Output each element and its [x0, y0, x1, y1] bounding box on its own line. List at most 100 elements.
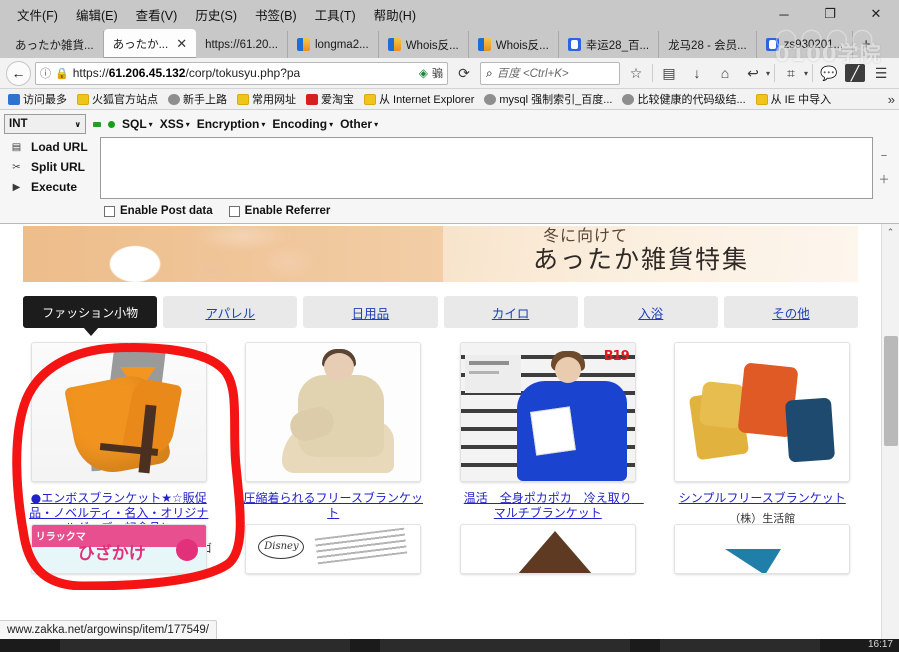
product-card[interactable]: リラックマ ひざかけ — [23, 524, 215, 574]
status-dot-icon — [108, 120, 115, 128]
library-icon[interactable]: ▤ — [657, 61, 681, 85]
browser-tab[interactable]: 幸运28_百... — [559, 31, 660, 58]
product-thumbnail[interactable]: Disney — [245, 524, 422, 574]
product-title-link[interactable]: 圧縮着られるフリースブランケット — [238, 491, 430, 521]
zoom-out-icon[interactable]: − — [881, 150, 887, 162]
product-thumbnail[interactable] — [459, 524, 636, 574]
product-card[interactable] — [667, 524, 859, 574]
home-icon[interactable]: ⌂ — [713, 61, 737, 85]
scissors-icon: ✂ — [12, 161, 21, 173]
product-thumbnail[interactable]: B19 — [459, 342, 636, 482]
bookmarks-overflow-icon[interactable]: » — [888, 92, 895, 107]
url-text: https://61.206.45.132/corp/tokusyu.php?p… — [73, 66, 415, 80]
product-title-link[interactable]: シンプルフリースブランケット — [667, 491, 859, 506]
hackbar-menu-sql[interactable]: SQL ▾ — [122, 117, 153, 131]
brown-cone-image — [460, 525, 635, 573]
page-info-icon[interactable]: ⓘ — [40, 65, 51, 81]
bookmark-item[interactable]: 比较健康的代码级结... — [618, 90, 749, 108]
taskbar-clock: 16:17 — [867, 639, 893, 650]
menu-history[interactable]: 历史(S) — [186, 3, 246, 26]
product-card[interactable]: Disney — [238, 524, 430, 574]
new-tab-button[interactable]: + — [853, 31, 879, 58]
product-thumbnail[interactable] — [674, 524, 851, 574]
product-title-link[interactable]: 温活 全身ポカポカ 冷え取り マルチブランケット — [452, 491, 644, 521]
address-bar[interactable]: ⓘ 🔒 https://61.206.45.132/corp/tokusyu.p… — [35, 61, 448, 85]
blanket-chair-image — [31, 343, 206, 481]
menu-view[interactable]: 查看(V) — [127, 3, 187, 26]
bookmark-item[interactable]: 从 IE 中导入 — [752, 90, 836, 108]
extension-icon[interactable]: ╱ — [845, 64, 865, 82]
load-url-button[interactable]: ▤ Load URL — [4, 137, 100, 157]
split-url-button[interactable]: ✂ Split URL — [4, 157, 100, 177]
menu-edit[interactable]: 编辑(E) — [67, 3, 127, 26]
downloads-icon[interactable]: ↓ — [685, 61, 709, 85]
category-tab-other[interactable]: その他 — [723, 296, 859, 328]
menu-tools[interactable]: 工具(T) — [306, 3, 365, 26]
bookmark-item[interactable]: 常用网址 — [233, 90, 300, 108]
shield-icon[interactable]: ◈ — [419, 66, 428, 80]
bookmark-star-icon[interactable]: ☆ — [624, 61, 648, 85]
hackbar-url-textarea[interactable] — [100, 137, 873, 199]
bookmark-item[interactable]: 爱淘宝 — [302, 90, 358, 108]
browser-tab[interactable]: 龙马28 - 会员... — [659, 31, 757, 58]
hackbar-menu-encoding[interactable]: Encoding ▾ — [272, 117, 333, 131]
product-thumbnail[interactable] — [30, 342, 207, 482]
checkbox-icon[interactable] — [228, 205, 240, 217]
hackbar-menu-other[interactable]: Other ▾ — [340, 117, 378, 131]
page-action-icon[interactable]: 骟 — [432, 65, 443, 81]
zoom-in-icon[interactable]: ＋ — [879, 171, 890, 187]
browser-tab[interactable]: あったか雑貨... — [6, 31, 104, 58]
chevron-down-icon: ▾ — [148, 119, 153, 129]
browser-tab[interactable]: zs930201... — [757, 31, 854, 58]
bookmark-label: mysql 强制索引_百度... — [499, 94, 613, 106]
minimize-button[interactable]: ─ — [761, 0, 807, 28]
screenshot-chevron-down-icon[interactable]: ▾ — [804, 69, 808, 78]
bookmark-item[interactable]: 新手上路 — [164, 90, 231, 108]
bookmark-item[interactable]: 从 Internet Explorer — [360, 90, 478, 108]
hackbar-type-select[interactable]: INT ∨ — [4, 114, 86, 134]
menu-help[interactable]: 帮助(H) — [365, 3, 425, 26]
tab-strip: あったか雑貨... あったか... ✕ https://61.20... lon… — [0, 28, 899, 58]
hackbar-menu-label: XSS — [159, 117, 184, 131]
execute-button[interactable]: ▶ Execute — [4, 177, 100, 197]
hackbar-options-row: Enable Post data Enable Referrer — [4, 203, 895, 219]
checkbox-icon[interactable] — [104, 205, 115, 217]
chat-icon[interactable]: 💬 — [817, 61, 841, 85]
enable-post-data-checkbox[interactable]: Enable Post data — [104, 205, 213, 217]
restore-button[interactable]: ❐ — [807, 0, 853, 28]
product-thumbnail[interactable]: リラックマ ひざかけ — [30, 524, 207, 574]
scrollbar-thumb[interactable] — [884, 336, 898, 446]
category-tab-kairo[interactable]: カイロ — [443, 296, 578, 328]
category-tab-bath[interactable]: 入浴 — [583, 296, 718, 328]
hackbar-menu-encryption[interactable]: Encryption ▾ — [197, 117, 266, 131]
browser-tab[interactable]: https://61.20... — [196, 31, 288, 58]
enable-referrer-checkbox[interactable]: Enable Referrer — [228, 205, 330, 217]
reload-button[interactable]: ⟳ — [452, 61, 476, 85]
category-tab-fashion[interactable]: ファッション小物 — [23, 296, 158, 336]
menu-file[interactable]: 文件(F) — [8, 3, 67, 26]
app-menu-icon[interactable]: ☰ — [869, 61, 893, 85]
browser-tab[interactable]: Whois反... — [469, 31, 559, 58]
product-card[interactable] — [452, 524, 644, 574]
browser-tab[interactable]: longma2... — [288, 31, 379, 58]
history-icon[interactable]: ↩ — [741, 61, 765, 85]
scroll-up-arrow-icon[interactable]: ⌃ — [882, 224, 899, 241]
close-button[interactable]: ✕ — [853, 0, 899, 28]
hackbar-menu-xss[interactable]: XSS ▾ — [160, 117, 190, 131]
screenshot-icon[interactable]: ⌗ — [779, 61, 803, 85]
history-chevron-down-icon[interactable]: ▾ — [766, 69, 770, 78]
browser-tab-active[interactable]: あったか... ✕ — [103, 29, 197, 58]
search-bar[interactable]: ⌕ 百度 <Ctrl+K> — [479, 61, 620, 85]
tab-close-icon[interactable]: ✕ — [176, 36, 187, 52]
category-tab-apparel[interactable]: アパレル — [163, 296, 298, 328]
browser-tab[interactable]: Whois反... — [379, 31, 469, 58]
category-tab-daily-goods[interactable]: 日用品 — [303, 296, 438, 328]
bookmark-item[interactable]: 火狐官方站点 — [73, 90, 162, 108]
product-thumbnail[interactable] — [674, 342, 851, 482]
bookmark-item[interactable]: mysql 强制索引_百度... — [480, 90, 616, 108]
page-scrollbar[interactable]: ⌃ ⌄ — [881, 224, 899, 649]
product-thumbnail[interactable] — [245, 342, 422, 482]
back-button[interactable]: ← — [6, 60, 31, 86]
bookmark-item[interactable]: 访问最多 — [4, 90, 71, 108]
menu-bookmarks[interactable]: 书签(B) — [246, 3, 306, 26]
